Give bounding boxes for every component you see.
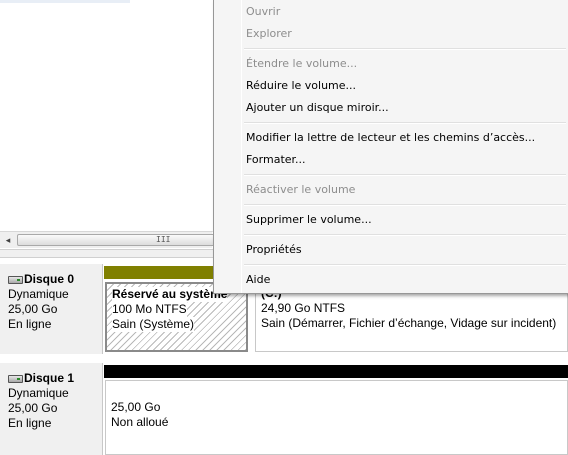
menu-separator bbox=[244, 122, 566, 124]
horizontal-scrollbar[interactable]: ◂ bbox=[0, 231, 317, 248]
menu-item-format[interactable]: Formater... bbox=[246, 150, 306, 170]
menu-separator bbox=[244, 264, 566, 266]
disk-name: Disque 1 bbox=[24, 371, 75, 385]
scroll-left-arrow-icon[interactable]: ◂ bbox=[2, 235, 14, 246]
volume-list-row[interactable] bbox=[0, 0, 130, 3]
disk-drive-icon bbox=[8, 275, 23, 284]
disk-status: En ligne bbox=[8, 416, 52, 430]
volume-name: Réservé au système bbox=[112, 287, 228, 302]
scrollbar-grip-icon: III bbox=[156, 235, 171, 244]
disk-size: 25,00 Go bbox=[8, 302, 58, 316]
volume-size-fs: 24,90 Go NTFS bbox=[261, 301, 346, 315]
menu-item-open[interactable]: Ouvrir bbox=[246, 2, 280, 22]
menu-item-properties[interactable]: Propriétés bbox=[246, 240, 302, 260]
menu-item-shrink-volume[interactable]: Réduire le volume... bbox=[246, 76, 356, 96]
menu-separator bbox=[244, 174, 566, 176]
disk-size: 25,00 Go bbox=[8, 401, 58, 415]
disk-drive-icon bbox=[8, 374, 23, 383]
disk-1-label[interactable]: Disque 1 Dynamique 25,00 Go En ligne bbox=[0, 363, 103, 455]
volume-status: Sain (Démarrer, Fichier d’échange, Vidag… bbox=[261, 316, 557, 330]
menu-item-extend-volume[interactable]: Étendre le volume... bbox=[246, 54, 357, 74]
disk-type: Dynamique bbox=[8, 386, 69, 400]
menu-separator bbox=[244, 48, 566, 50]
disk-name: Disque 0 bbox=[24, 272, 75, 286]
menu-item-add-mirror[interactable]: Ajouter un disque miroir... bbox=[246, 98, 389, 118]
menu-separator bbox=[244, 234, 566, 236]
menu-item-delete-volume[interactable]: Supprimer le volume... bbox=[246, 210, 372, 230]
menu-item-help[interactable]: Aide bbox=[246, 270, 270, 290]
volume-status: Non alloué bbox=[111, 415, 169, 429]
volume-status: Sain (Système) bbox=[112, 317, 195, 332]
disk-1-volume-bar bbox=[104, 365, 568, 378]
volume-unallocated[interactable]: 25,00 Go Non alloué bbox=[105, 380, 568, 455]
menu-item-reactivate-volume[interactable]: Réactiver le volume bbox=[246, 180, 355, 200]
volume-size-fs: 100 Mo NTFS bbox=[112, 302, 187, 317]
volume-size-fs: 25,00 Go bbox=[111, 400, 161, 414]
menu-item-explore[interactable]: Explorer bbox=[246, 24, 292, 44]
disk-type: Dynamique bbox=[8, 287, 69, 301]
menu-icon-gutter bbox=[241, 0, 242, 293]
menu-separator bbox=[244, 204, 566, 206]
context-menu: Ouvrir Explorer Étendre le volume... Réd… bbox=[213, 0, 568, 294]
disk-status: En ligne bbox=[8, 317, 52, 331]
menu-item-change-drive-letter[interactable]: Modifier la lettre de lecteur et les che… bbox=[246, 128, 535, 148]
disk-0-label[interactable]: Disque 0 Dynamique 25,00 Go En ligne bbox=[0, 264, 103, 354]
